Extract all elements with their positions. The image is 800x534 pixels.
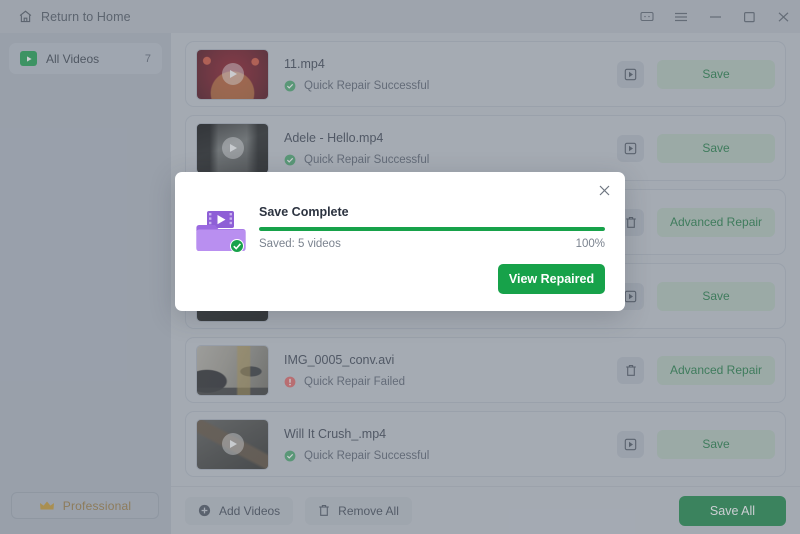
progress-bar [259, 227, 605, 231]
saved-count-label: Saved: 5 videos [259, 238, 341, 250]
close-icon [599, 185, 609, 195]
app-window: Return to Home All Videos 7 Professional… [0, 0, 800, 534]
view-repaired-button[interactable]: View Repaired [498, 264, 605, 294]
dialog-title: Save Complete [259, 205, 349, 219]
video-folder-check-icon [196, 211, 246, 253]
view-repaired-label: View Repaired [508, 272, 595, 286]
save-complete-dialog: Save Complete Saved: 5 videos 100% View … [175, 172, 625, 311]
progress-bar-fill [259, 227, 605, 231]
progress-footer: Saved: 5 videos 100% [259, 238, 605, 250]
dialog-close-button[interactable] [593, 179, 615, 201]
progress-percent-label: 100% [575, 238, 605, 250]
progress-section: Save Complete Saved: 5 videos 100% [259, 205, 605, 250]
dialog-body: Save Complete Saved: 5 videos 100% [195, 205, 605, 255]
